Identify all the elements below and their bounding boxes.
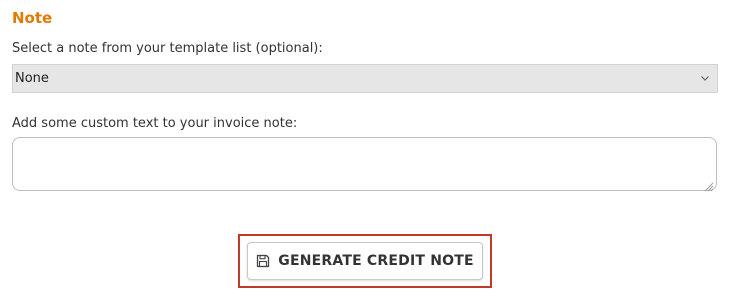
custom-note-textarea[interactable] bbox=[12, 137, 717, 191]
resize-handle-icon[interactable] bbox=[703, 177, 714, 192]
generate-credit-note-label: GENERATE CREDIT NOTE bbox=[278, 253, 474, 269]
note-section-title: Note bbox=[12, 9, 53, 27]
floppy-disk-icon bbox=[256, 254, 270, 268]
template-select-label: Select a note from your template list (o… bbox=[12, 41, 323, 56]
note-template-select[interactable]: None bbox=[12, 64, 718, 93]
custom-text-label: Add some custom text to your invoice not… bbox=[12, 116, 298, 131]
chevron-down-icon bbox=[701, 74, 709, 84]
generate-credit-note-button[interactable]: GENERATE CREDIT NOTE bbox=[247, 242, 483, 280]
note-template-selected-value: None bbox=[15, 71, 49, 86]
